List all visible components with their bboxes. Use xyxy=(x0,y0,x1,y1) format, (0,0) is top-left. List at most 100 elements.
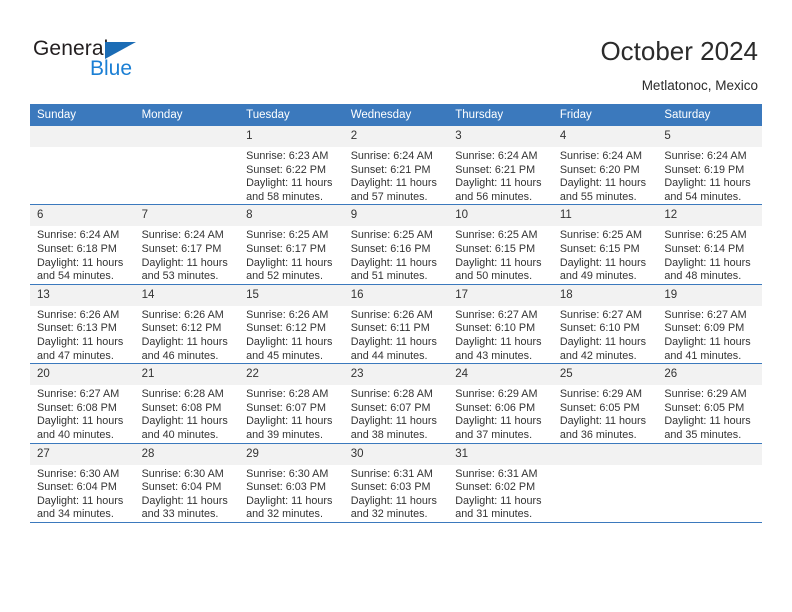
day-sun-info: Sunrise: 6:26 AM Sunset: 6:11 PM Daylight:… xyxy=(344,306,449,363)
sunset-text: Sunset: 6:10 PM xyxy=(559,322,640,335)
calendar-day-cell[interactable]: 17 Sunrise: 6:27 AM Sunset: 6:10 PM Dayligh… xyxy=(448,284,553,365)
day-number: 22 xyxy=(239,364,344,386)
sunrise-text: Sunrise: 6:28 AM xyxy=(350,388,433,401)
calendar-day-cell[interactable]: 23 Sunrise: 6:28 AM Sunset: 6:07 PM Dayligh… xyxy=(343,363,449,444)
calendar-day-cell[interactable]: 2 Sunrise: 6:24 AM Sunset: 6:21 PM Daylight… xyxy=(343,126,449,206)
day-sun-info: Sunrise: 6:25 AM Sunset: 6:16 PM Daylight:… xyxy=(344,226,449,283)
day-number: 10 xyxy=(448,205,553,227)
day-sun-info: Sunrise: 6:27 AM Sunset: 6:09 PM Daylight:… xyxy=(657,306,762,363)
calendar-day-cell-empty xyxy=(30,126,135,206)
day-sun-info: Sunrise: 6:29 AM Sunset: 6:06 PM Daylight:… xyxy=(448,385,553,442)
calendar-day-cell[interactable]: 18 Sunrise: 6:27 AM Sunset: 6:10 PM Dayligh… xyxy=(552,284,658,365)
sunrise-text: Sunrise: 6:27 AM xyxy=(37,388,120,401)
day-sun-info: Sunrise: 6:24 AM Sunset: 6:17 PM Daylight:… xyxy=(135,226,240,283)
calendar-day-cell[interactable]: 3 Sunrise: 6:24 AM Sunset: 6:21 PM Daylight… xyxy=(448,126,553,206)
day-number: 21 xyxy=(134,364,240,386)
daylight-text-line2: and 54 minutes. xyxy=(664,190,742,203)
daylight-text-line2: and 49 minutes. xyxy=(559,270,637,283)
calendar-day-cell[interactable]: 1 Sunrise: 6:23 AM Sunset: 6:22 PM Daylight… xyxy=(239,126,344,206)
day-sun-info: Sunrise: 6:27 AM Sunset: 6:10 PM Daylight:… xyxy=(448,306,553,363)
daylight-text-line2: and 45 minutes. xyxy=(246,349,323,362)
day-number: 12 xyxy=(657,205,762,227)
day-number: 28 xyxy=(134,443,240,465)
logo-text-blue: Blue xyxy=(90,57,133,80)
sunset-text: Sunset: 6:05 PM xyxy=(559,401,640,414)
daylight-text-line2: and 32 minutes. xyxy=(350,508,428,521)
sunrise-text: Sunrise: 6:28 AM xyxy=(141,388,224,401)
calendar-week-row: 27 Sunrise: 6:30 AM Sunset: 6:04 PM Dayligh… xyxy=(30,443,762,523)
day-number: 30 xyxy=(343,443,449,465)
daylight-text-line1: Daylight: 11 hours xyxy=(37,335,124,348)
calendar-day-cell[interactable]: 11 Sunrise: 6:25 AM Sunset: 6:15 PM Dayligh… xyxy=(552,204,658,285)
calendar-day-cell[interactable]: 15 Sunrise: 6:26 AM Sunset: 6:12 PM Dayligh… xyxy=(239,284,344,365)
sunrise-text: Sunrise: 6:31 AM xyxy=(350,467,433,480)
sunrise-text: Sunrise: 6:28 AM xyxy=(246,388,329,401)
calendar-day-cell[interactable]: 8 Sunrise: 6:25 AM Sunset: 6:17 PM Daylight… xyxy=(239,204,344,285)
sunrise-text: Sunrise: 6:25 AM xyxy=(559,229,643,242)
calendar-day-cell[interactable]: 16 Sunrise: 6:26 AM Sunset: 6:11 PM Dayligh… xyxy=(343,284,449,365)
calendar-day-cell[interactable]: 30 Sunrise: 6:31 AM Sunset: 6:03 PM Dayligh… xyxy=(343,443,449,523)
day-number: 19 xyxy=(657,284,762,306)
daylight-text-line1: Daylight: 11 hours xyxy=(141,256,228,269)
sunset-text: Sunset: 6:02 PM xyxy=(455,481,536,494)
day-number: 3 xyxy=(448,126,553,147)
daylight-text-line2: and 47 minutes. xyxy=(37,349,114,362)
general-blue-logo[interactable]: General Blue xyxy=(33,38,163,86)
calendar-day-cell[interactable]: 6 Sunrise: 6:24 AM Sunset: 6:18 PM Daylight… xyxy=(30,204,135,285)
calendar-day-cell-empty xyxy=(134,126,240,206)
daylight-text-line1: Daylight: 11 hours xyxy=(141,415,228,428)
sunset-text: Sunset: 6:03 PM xyxy=(350,481,431,494)
calendar-day-cell[interactable]: 13 Sunrise: 6:26 AM Sunset: 6:13 PM Dayligh… xyxy=(30,284,135,365)
day-number: 4 xyxy=(552,126,658,147)
calendar-day-cell[interactable]: 21 Sunrise: 6:28 AM Sunset: 6:08 PM Dayligh… xyxy=(134,363,240,444)
day-number: 9 xyxy=(343,205,449,227)
calendar-day-cell[interactable]: 27 Sunrise: 6:30 AM Sunset: 6:04 PM Dayligh… xyxy=(30,443,135,523)
sunset-text: Sunset: 6:10 PM xyxy=(455,322,536,335)
calendar-day-cell[interactable]: 10 Sunrise: 6:25 AM Sunset: 6:15 PM Dayligh… xyxy=(448,204,553,285)
calendar-day-cell[interactable]: 4 Sunrise: 6:24 AM Sunset: 6:20 PM Daylight… xyxy=(552,126,658,206)
calendar-day-cell[interactable]: 19 Sunrise: 6:27 AM Sunset: 6:09 PM Dayligh… xyxy=(657,284,762,365)
calendar-day-cell[interactable]: 5 Sunrise: 6:24 AM Sunset: 6:19 PM Daylight… xyxy=(657,126,762,206)
day-number: 31 xyxy=(448,443,553,465)
sunrise-text: Sunrise: 6:24 AM xyxy=(350,150,433,162)
calendar-day-cell[interactable]: 20 Sunrise: 6:27 AM Sunset: 6:08 PM Dayligh… xyxy=(30,363,135,444)
day-sun-info: Sunrise: 6:23 AM Sunset: 6:22 PM Daylight:… xyxy=(239,147,344,204)
daylight-text-line1: Daylight: 11 hours xyxy=(350,415,437,428)
calendar-day-cell[interactable]: 24 Sunrise: 6:29 AM Sunset: 6:06 PM Dayligh… xyxy=(448,363,553,444)
calendar-day-cell[interactable]: 12 Sunrise: 6:25 AM Sunset: 6:14 PM Dayligh… xyxy=(657,204,762,285)
day-number: 20 xyxy=(30,364,135,386)
day-number: 1 xyxy=(239,126,344,147)
sunrise-text: Sunrise: 6:30 AM xyxy=(141,467,224,480)
sunset-text: Sunset: 6:15 PM xyxy=(559,242,640,255)
calendar-day-cell[interactable]: 7 Sunrise: 6:24 AM Sunset: 6:17 PM Daylight… xyxy=(134,204,240,285)
daylight-text-line2: and 39 minutes. xyxy=(246,428,323,441)
day-sun-info: Sunrise: 6:25 AM Sunset: 6:14 PM Daylight:… xyxy=(657,226,762,283)
day-number: 18 xyxy=(552,284,658,306)
calendar-day-cell[interactable]: 26 Sunrise: 6:29 AM Sunset: 6:05 PM Dayligh… xyxy=(657,363,762,444)
sunrise-text: Sunrise: 6:27 AM xyxy=(559,308,643,321)
calendar-day-cell[interactable]: 9 Sunrise: 6:25 AM Sunset: 6:16 PM Daylight… xyxy=(343,204,449,285)
daylight-text-line1: Daylight: 11 hours xyxy=(559,177,647,190)
calendar-day-cell[interactable]: 14 Sunrise: 6:26 AM Sunset: 6:12 PM Dayligh… xyxy=(134,284,240,365)
sunset-text: Sunset: 6:17 PM xyxy=(141,242,222,255)
daylight-text-line2: and 31 minutes. xyxy=(455,508,533,521)
day-number: 6 xyxy=(30,205,135,227)
calendar-day-cell[interactable]: 25 Sunrise: 6:29 AM Sunset: 6:05 PM Dayligh… xyxy=(552,363,658,444)
calendar-week-row: 13 Sunrise: 6:26 AM Sunset: 6:13 PM Dayligh… xyxy=(30,284,762,365)
daylight-text-line2: and 52 minutes. xyxy=(246,270,323,283)
daylight-text-line1: Daylight: 11 hours xyxy=(246,256,333,269)
daylight-text-line2: and 56 minutes. xyxy=(455,190,533,203)
calendar-week-row: 1 Sunrise: 6:23 AM Sunset: 6:22 PM Daylight… xyxy=(30,126,762,206)
calendar-day-cell[interactable]: 22 Sunrise: 6:28 AM Sunset: 6:07 PM Dayligh… xyxy=(239,363,344,444)
day-number: 11 xyxy=(552,205,658,227)
daylight-text-line1: Daylight: 11 hours xyxy=(559,256,647,269)
sunset-text: Sunset: 6:12 PM xyxy=(141,322,222,335)
day-sun-info: Sunrise: 6:26 AM Sunset: 6:12 PM Daylight:… xyxy=(135,306,240,363)
calendar-day-cell[interactable]: 28 Sunrise: 6:30 AM Sunset: 6:04 PM Dayligh… xyxy=(134,443,240,523)
day-number: 24 xyxy=(448,364,553,386)
calendar-day-cell[interactable]: 29 Sunrise: 6:30 AM Sunset: 6:03 PM Dayligh… xyxy=(239,443,344,523)
sunrise-text: Sunrise: 6:24 AM xyxy=(664,150,747,162)
calendar-day-cell[interactable]: 31 Sunrise: 6:31 AM Sunset: 6:02 PM Dayligh… xyxy=(448,443,553,523)
calendar-week-row: 6 Sunrise: 6:24 AM Sunset: 6:18 PM Daylight… xyxy=(30,204,762,285)
day-sun-info: Sunrise: 6:28 AM Sunset: 6:07 PM Daylight:… xyxy=(239,385,344,442)
